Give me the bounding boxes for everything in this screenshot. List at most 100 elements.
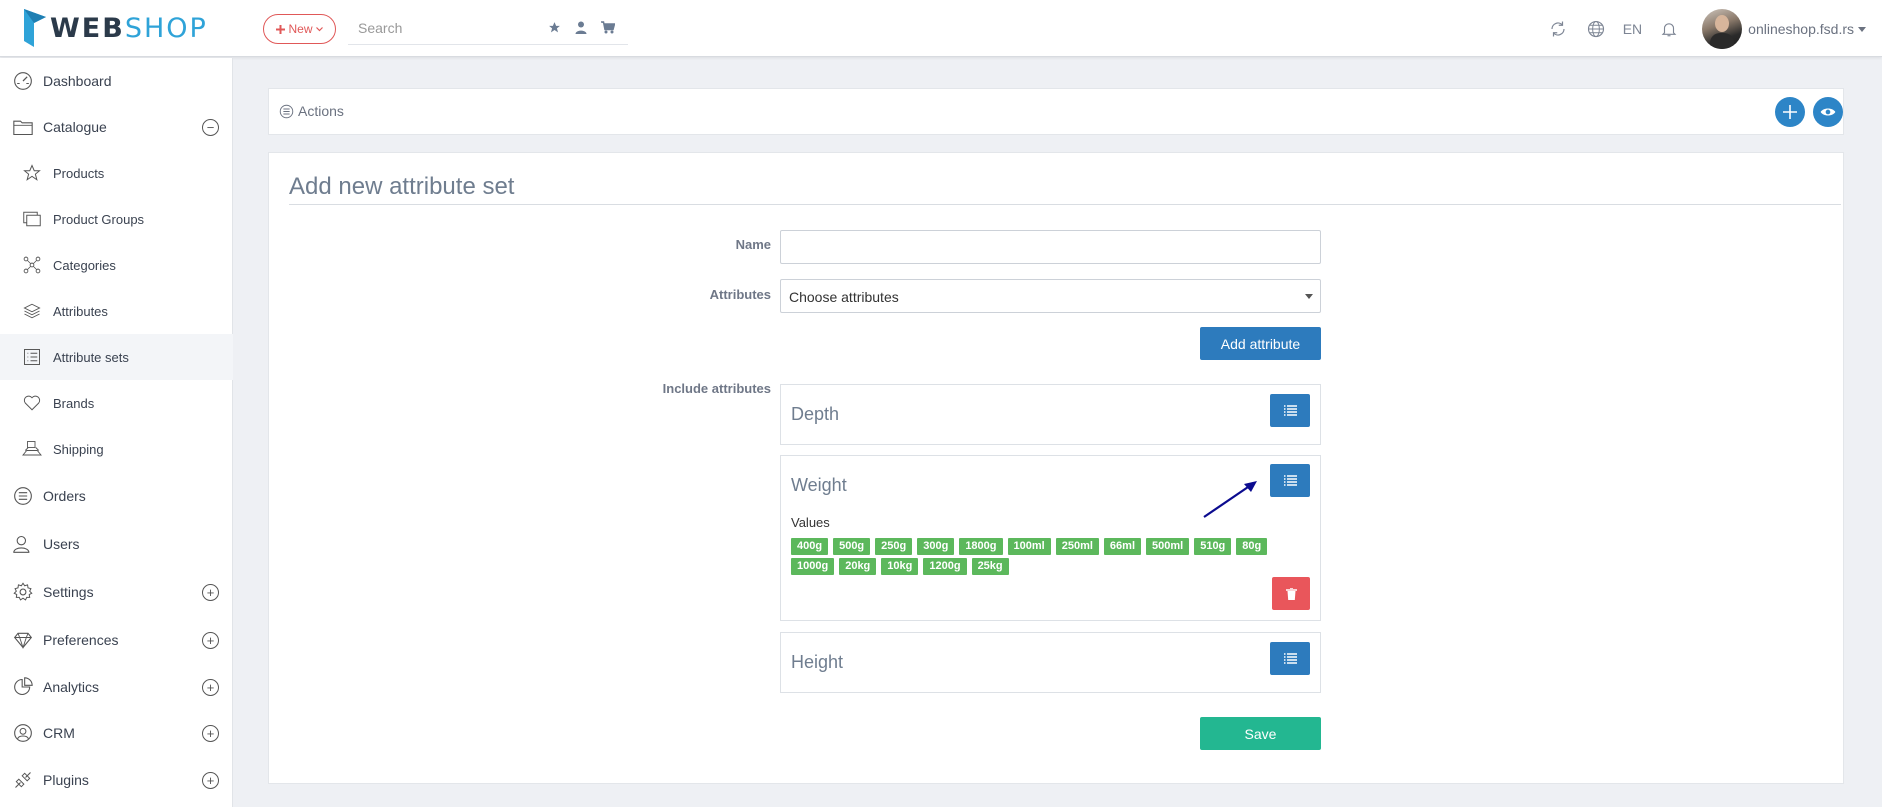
sidebar-item-preferences[interactable]: Preferences + xyxy=(0,616,233,664)
sidebar-item-analytics[interactable]: Analytics + xyxy=(0,664,233,710)
sidebar-item-attributes[interactable]: Attributes xyxy=(0,288,233,334)
chevron-down-icon xyxy=(315,26,323,31)
sidebar-item-product-groups[interactable]: Product Groups xyxy=(0,196,233,242)
plus-icon xyxy=(276,24,286,34)
include-attributes-label: Include attributes xyxy=(662,381,771,396)
value-tag: 1000g xyxy=(791,558,835,575)
star-icon[interactable] xyxy=(548,21,561,34)
attribute-values-button[interactable] xyxy=(1270,642,1310,675)
value-tag: 80g xyxy=(1236,538,1268,555)
sidebar-item-shipping[interactable]: Shipping xyxy=(0,426,233,472)
expand-icon[interactable]: + xyxy=(202,678,219,696)
value-tag: 66ml xyxy=(1103,538,1141,555)
value-tag: 1200g xyxy=(923,558,967,575)
menu-circle-icon xyxy=(279,104,294,118)
value-tag: 510g xyxy=(1194,538,1232,555)
list-icon xyxy=(1283,475,1297,486)
language-selector[interactable]: EN xyxy=(1623,21,1642,37)
expand-icon[interactable]: + xyxy=(202,583,219,601)
delete-attribute-button[interactable] xyxy=(1272,577,1310,610)
attribute-name: Depth xyxy=(791,404,840,424)
sidebar-item-plugins[interactable]: Plugins + xyxy=(0,756,233,804)
preview-button[interactable] xyxy=(1813,97,1843,127)
actions-bar: Actions xyxy=(268,88,1844,135)
attribute-set-form-card: Add new attribute set Name Attributes Ch… xyxy=(268,152,1844,784)
attribute-values-button[interactable] xyxy=(1270,464,1310,497)
heart-icon xyxy=(21,392,43,414)
logo-text-web: WEB xyxy=(50,12,125,44)
sidebar-item-label: Orders xyxy=(43,488,86,504)
avatar[interactable] xyxy=(1702,9,1743,49)
top-bar: WEBSHOP New EN onlineshop.fsd.rs xyxy=(0,0,1882,57)
globe-icon[interactable] xyxy=(1577,10,1615,48)
name-label: Name xyxy=(735,237,771,252)
collapse-icon[interactable]: − xyxy=(202,118,219,136)
expand-icon[interactable]: + xyxy=(202,771,219,789)
sidebar-item-label: Products xyxy=(53,165,105,181)
sidebar-item-products[interactable]: Products xyxy=(0,150,233,196)
save-button[interactable]: Save xyxy=(1200,717,1321,750)
sidebar-item-users[interactable]: Users xyxy=(0,520,233,568)
logo-flag-icon xyxy=(24,9,46,47)
add-button[interactable] xyxy=(1775,97,1805,127)
sidebar-item-orders[interactable]: Orders xyxy=(0,472,233,520)
sidebar-item-label: Attributes xyxy=(53,303,108,319)
new-button[interactable]: New xyxy=(263,14,336,44)
folder-icon xyxy=(12,116,34,138)
add-attribute-button[interactable]: Add attribute xyxy=(1200,327,1321,360)
dashboard-icon xyxy=(12,70,34,92)
sidebar-item-attribute-sets[interactable]: Attribute sets xyxy=(0,334,233,380)
sidebar-item-dashboard[interactable]: Dashboard xyxy=(0,58,233,104)
list-icon xyxy=(1283,405,1297,416)
list-icon xyxy=(1283,653,1297,664)
sidebar-item-label: Plugins xyxy=(43,772,89,788)
user-icon[interactable] xyxy=(575,21,587,34)
crm-icon xyxy=(12,722,34,744)
eye-icon xyxy=(1820,108,1836,116)
value-tag: 100ml xyxy=(1007,538,1051,555)
attribute-panel-depth: Depth xyxy=(780,384,1321,445)
value-tag: 500g xyxy=(833,538,871,555)
star-icon xyxy=(21,162,43,184)
sidebar-item-catalogue[interactable]: Catalogue − xyxy=(0,104,233,150)
sidebar-item-categories[interactable]: Categories xyxy=(0,242,233,288)
sidebar-item-settings[interactable]: Settings + xyxy=(0,568,233,616)
new-button-label: New xyxy=(288,22,313,36)
sidebar-item-label: Users xyxy=(43,536,80,552)
plus-icon xyxy=(1783,105,1797,119)
webshop-logo[interactable]: WEBSHOP xyxy=(24,8,208,48)
attributes-select[interactable]: Choose attributes xyxy=(780,279,1321,313)
sidebar-item-label: Brands xyxy=(53,395,95,411)
sidebar-item-label: Settings xyxy=(43,584,94,600)
value-tag: 400g xyxy=(791,538,829,555)
attribute-name: Height xyxy=(791,652,844,672)
cart-icon[interactable] xyxy=(601,21,615,34)
name-input[interactable] xyxy=(780,230,1321,264)
sidebar-item-crm[interactable]: CRM + xyxy=(0,710,233,756)
expand-icon[interactable]: + xyxy=(202,631,219,649)
pie-chart-icon xyxy=(12,676,34,698)
categories-icon xyxy=(21,254,43,276)
bell-icon[interactable] xyxy=(1650,10,1688,48)
product-groups-icon xyxy=(21,208,43,230)
logo-text-shop: SHOP xyxy=(124,12,208,44)
refresh-icon[interactable] xyxy=(1539,10,1577,48)
sidebar-item-brands[interactable]: Brands xyxy=(0,380,233,426)
attribute-panel-weight: Weight Values 400g 500g 250g 300g 1800g 100ml… xyxy=(780,455,1321,621)
layers-icon xyxy=(21,300,43,322)
search-input[interactable] xyxy=(348,19,538,36)
value-tag: 1800g xyxy=(959,538,1003,555)
sidebar-item-label: Analytics xyxy=(43,679,100,695)
attributes-label: Attributes xyxy=(709,287,771,302)
user-name: onlineshop.fsd.rs xyxy=(1748,21,1854,37)
value-tag: 10kg xyxy=(881,558,919,575)
actions-menu[interactable]: Actions xyxy=(279,103,344,119)
attribute-panel-height: Height xyxy=(780,632,1321,693)
value-tag: 250g xyxy=(875,538,913,555)
user-menu[interactable]: onlineshop.fsd.rs xyxy=(1748,21,1866,37)
value-tag: 250ml xyxy=(1055,538,1099,555)
search-bar xyxy=(348,11,628,45)
attribute-values-button[interactable] xyxy=(1270,394,1310,427)
orders-icon xyxy=(12,485,34,507)
expand-icon[interactable]: + xyxy=(202,724,219,742)
